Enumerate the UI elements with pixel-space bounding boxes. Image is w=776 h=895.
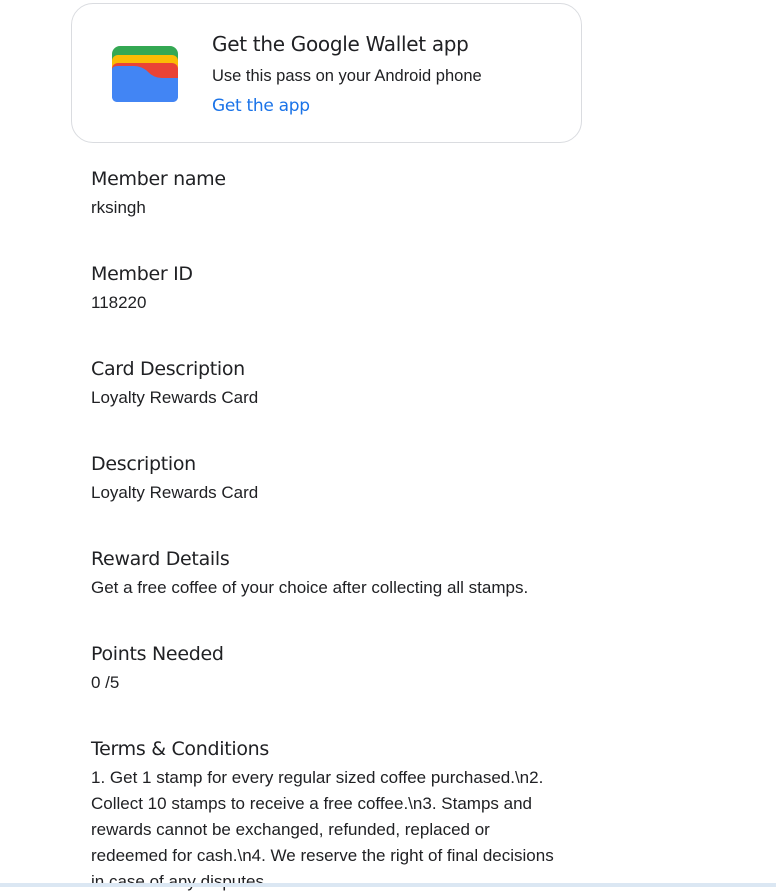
bottom-divider [0,883,776,887]
google-wallet-promo-card: Get the Google Wallet app Use this pass … [71,3,582,143]
field-value: 1. Get 1 stamp for every regular sized c… [91,768,554,891]
field-label: Terms & Conditions [91,738,270,760]
reward-details-field: Reward Details Get a free coffee of your… [91,546,571,641]
field-value: Loyalty Rewards Card [91,483,259,502]
field-label: Description [91,453,196,475]
field-value: rksingh [91,198,146,217]
field-value: Get a free coffee of your choice after c… [91,578,529,597]
field-label: Member ID [91,263,193,285]
terms-conditions-field: Terms & Conditions 1. Get 1 stamp for ev… [91,736,571,891]
promo-title: Get the Google Wallet app [212,32,469,56]
field-value: Loyalty Rewards Card [91,388,259,407]
field-value: 0 /5 [91,673,120,692]
promo-subtitle: Use this pass on your Android phone [212,67,482,85]
get-the-app-link[interactable]: Get the app [212,96,310,116]
field-label: Reward Details [91,548,230,570]
pass-details: Member name rksingh Member ID 118220 Car… [91,166,571,891]
description-field: Description Loyalty Rewards Card [91,451,571,546]
field-label: Card Description [91,358,245,380]
card-description-field: Card Description Loyalty Rewards Card [91,356,571,451]
points-needed-field: Points Needed 0 /5 [91,641,571,736]
google-wallet-icon [112,46,178,102]
field-label: Member name [91,168,226,190]
field-label: Points Needed [91,643,224,665]
member-id-field: Member ID 118220 [91,261,571,356]
member-name-field: Member name rksingh [91,166,571,261]
field-value: 118220 [91,293,147,312]
